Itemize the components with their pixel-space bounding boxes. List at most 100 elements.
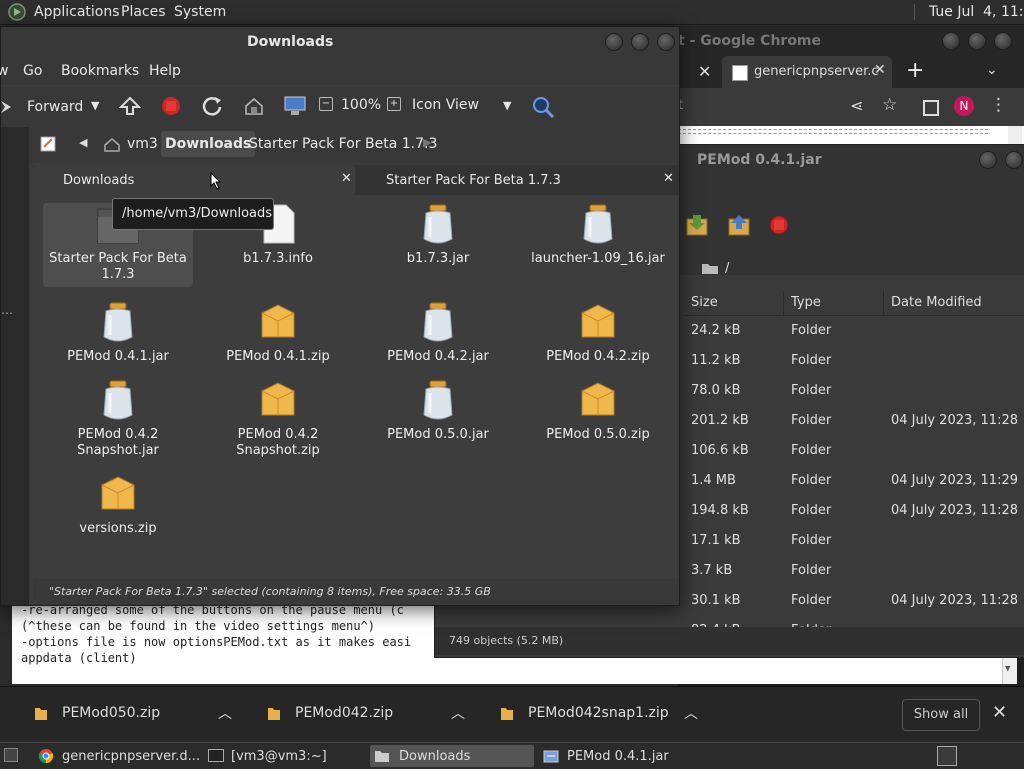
tab-downloads[interactable]: Downloads ✕ [33, 165, 355, 195]
menu-view[interactable]: w [0, 63, 8, 79]
clock[interactable]: Tue Jul 4, 11:29 [914, 4, 1024, 20]
path-forward-arrow-icon[interactable]: ▶ [423, 136, 431, 149]
file-item[interactable]: PEMod 0.4.1.zip [203, 301, 353, 365]
file-item[interactable]: PEMod 0.5.0.zip [523, 379, 673, 443]
file-item[interactable]: PEMod 0.4.1.jar [43, 301, 193, 365]
more-menu-icon[interactable]: ⋮ [990, 95, 1007, 115]
zoom-in-icon[interactable]: + [387, 97, 401, 111]
file-item[interactable]: PEMod 0.4.2 Snapshot.zip [203, 379, 353, 459]
file-item[interactable]: launcher-1.09_16.jar [523, 203, 673, 267]
menu-bookmarks[interactable]: Bookmarks [61, 63, 139, 79]
chevron-up-icon[interactable]: ︿ [684, 703, 698, 723]
zip-file-icon [501, 708, 513, 720]
chevron-down-icon[interactable]: ⌄ [986, 62, 998, 78]
table-row[interactable]: 201.2 kB Folder 04 July 2023, 11:28 [685, 405, 1024, 435]
chrome-tab-active[interactable]: genericpnpserver.c ✕ [722, 56, 892, 88]
tab-close-icon[interactable]: ✕ [663, 171, 674, 186]
minimize-icon[interactable] [605, 33, 623, 51]
file-item[interactable]: PEMod 0.4.2 Snapshot.jar [43, 379, 193, 459]
forward-button[interactable]: Forward [27, 99, 83, 115]
file-item[interactable]: versions.zip [43, 473, 193, 537]
chevron-up-icon[interactable]: ︿ [218, 703, 232, 723]
download-item[interactable]: PEMod042snap1.zip ︿ [488, 687, 710, 741]
file-item[interactable]: PEMod 0.5.0.jar [363, 379, 513, 443]
forward-history-chevron-icon[interactable]: ▼ [91, 99, 99, 112]
editor-line: -options file is now optionsPEMod.txt as… [21, 635, 412, 649]
path-segment-downloads[interactable]: Downloads [161, 131, 256, 157]
profile-avatar[interactable]: N [954, 96, 974, 116]
menu-go[interactable]: Go [23, 63, 42, 79]
table-row[interactable]: 30.1 kB Folder 04 July 2023, 11:28 [685, 585, 1024, 615]
task-chrome[interactable]: genericpnpserver.d... [34, 745, 202, 767]
download-item[interactable]: PEMod042.zip ︿ [255, 687, 477, 741]
tab-label: Downloads [63, 173, 135, 188]
view-mode-chevron-icon[interactable]: ▼ [503, 99, 511, 112]
table-row[interactable]: 24.2 kB Folder [685, 315, 1024, 345]
table-row[interactable]: 78.0 kB Folder [685, 375, 1024, 405]
zoom-level[interactable]: 100% [341, 97, 381, 113]
stop-icon[interactable] [161, 96, 181, 116]
task-downloads[interactable]: Downloads [370, 745, 534, 767]
bookmark-star-icon[interactable]: ☆ [882, 95, 897, 115]
computer-icon[interactable] [283, 95, 307, 117]
table-row[interactable]: 11.2 kB Folder [685, 345, 1024, 375]
show-all-button[interactable]: Show all [902, 699, 980, 731]
file-name: PEMod 0.4.2 Snapshot.jar [77, 427, 159, 458]
scroll-down-icon[interactable]: ▼ [1005, 664, 1010, 674]
search-icon[interactable] [531, 95, 555, 119]
table-row[interactable]: 106.6 kB Folder [685, 435, 1024, 465]
file-name: PEMod 0.4.1.jar [67, 349, 169, 364]
icon-view[interactable]: Starter Pack For Beta 1.7.3 b1.7.3.info b1… [33, 195, 679, 579]
up-arrow-icon[interactable] [119, 96, 141, 116]
menu-applications[interactable]: Applications [34, 4, 120, 20]
side-panel-icon[interactable] [923, 100, 939, 116]
maximize-icon[interactable] [631, 33, 649, 51]
file-name: PEMod 0.4.2 Snapshot.zip [236, 427, 320, 458]
menu-system[interactable]: System [174, 4, 226, 20]
close-icon[interactable] [657, 33, 675, 51]
task-archive-manager[interactable]: PEMod 0.4.1.jar [538, 745, 704, 767]
path-segment-vm3[interactable]: vm3 [127, 136, 158, 152]
file-item[interactable]: b1.7.3.jar [363, 203, 513, 267]
path-back-arrow-icon[interactable]: ◀ [79, 136, 87, 149]
table-row[interactable]: 82.4 kBFolder [685, 615, 1024, 627]
cell-size: 24.2 kB [691, 323, 741, 338]
new-tab-icon[interactable]: + [906, 58, 924, 83]
chrome-titlebar[interactable]: t - Google Chrome [678, 26, 1024, 56]
close-icon[interactable] [994, 32, 1012, 50]
download-item[interactable]: PEMod050.zip ︿ [22, 687, 244, 741]
show-desktop-icon[interactable] [4, 748, 18, 762]
tab-close-icon[interactable]: ✕ [341, 171, 352, 186]
maximize-icon[interactable] [968, 32, 986, 50]
tab-close-icon[interactable]: ✕ [874, 62, 886, 78]
share-icon[interactable]: ⋖ [850, 96, 863, 115]
tab-starter-pack[interactable]: Starter Pack For Beta 1.7.3 ✕ [355, 165, 679, 195]
chevron-up-icon[interactable]: ︿ [451, 703, 465, 723]
edit-location-icon[interactable] [39, 135, 57, 153]
file-manager-titlebar[interactable]: Downloads [1, 27, 679, 57]
file-name: PEMod 0.4.1.zip [226, 349, 330, 364]
workspace-switcher[interactable] [937, 746, 957, 766]
close-shelf-icon[interactable]: ✕ [992, 702, 1007, 723]
taskbar: genericpnpserver.d... [vm3@vm3:~] Downlo… [0, 742, 1024, 769]
zoom-out-icon[interactable]: − [319, 97, 333, 111]
menu-places[interactable]: Places [121, 4, 166, 20]
menu-help[interactable]: Help [149, 63, 181, 79]
table-row[interactable]: 17.1 kB Folder [685, 525, 1024, 555]
task-terminal[interactable]: [vm3@vm3:~] [204, 745, 368, 767]
file-item[interactable]: PEMod 0.4.2.zip [523, 301, 673, 365]
home-icon[interactable] [243, 95, 265, 117]
table-row[interactable]: 3.7 kB Folder [685, 555, 1024, 585]
location-bar: ✕ ◀ vm3 Downloads Starter Pack For Beta … [1, 127, 679, 163]
zip-file-icon [523, 301, 673, 345]
table-row[interactable]: 194.8 kB Folder 04 July 2023, 11:28 [685, 495, 1024, 525]
forward-arrow-icon[interactable] [1, 99, 15, 115]
minimize-icon[interactable] [942, 32, 960, 50]
path-segment-starter-pack[interactable]: Starter Pack For Beta 1.7.3 [249, 136, 437, 152]
tab-close-icon[interactable]: ✕ [698, 62, 711, 81]
reload-icon[interactable] [201, 95, 223, 117]
file-item[interactable]: PEMod 0.4.2.jar [363, 301, 513, 365]
table-row[interactable]: 1.4 MB Folder 04 July 2023, 11:29 [685, 465, 1024, 495]
view-mode-select[interactable]: Icon View [412, 97, 479, 113]
distro-logo-icon[interactable] [8, 3, 26, 21]
